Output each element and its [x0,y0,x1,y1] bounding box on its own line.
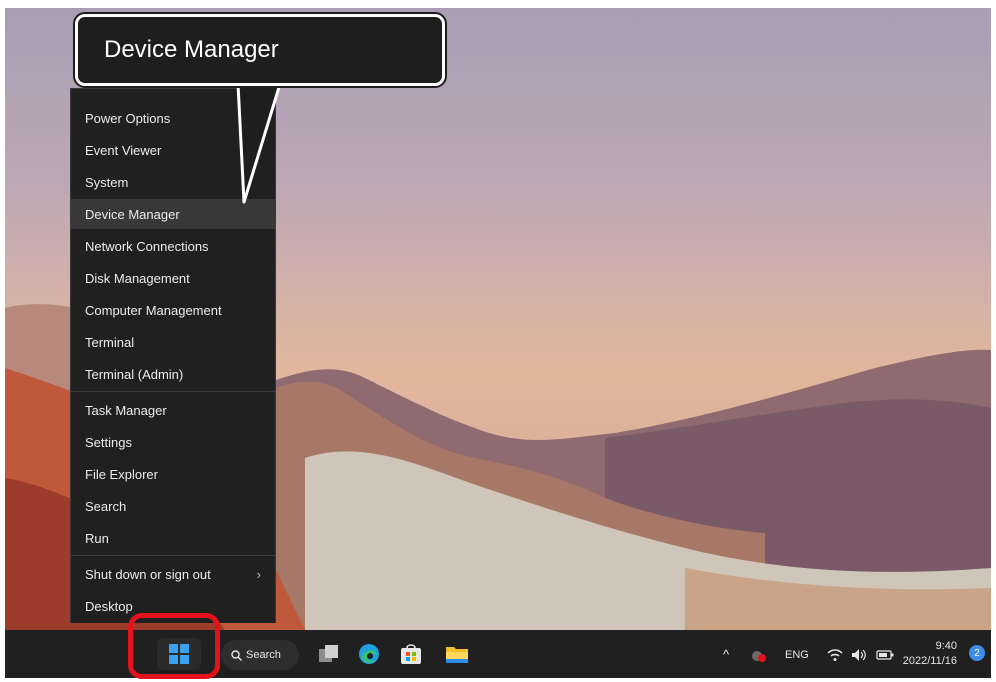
menu-separator [71,391,275,392]
search-label: Search [246,649,281,661]
start-button-highlight-ring [128,613,220,679]
menu-item-label: Computer Management [85,302,222,318]
menu-item-run[interactable]: Run [71,523,275,553]
edge-icon[interactable] [357,642,381,666]
callout-box: Device Manager [75,14,445,86]
task-view-icon[interactable] [317,642,341,666]
taskbar-search-button[interactable]: Search [221,640,299,670]
language-indicator[interactable]: ENG [785,649,809,661]
menu-item-label: Settings [85,434,132,450]
menu-item-label: File Explorer [85,466,158,482]
menu-item-system[interactable]: System [71,167,275,197]
menu-item-shut-down[interactable]: Shut down or sign out › [71,559,275,589]
menu-item-label: Event Viewer [85,142,162,158]
menu-item-label: Search [85,498,127,514]
menu-item-disk-management[interactable]: Disk Management [71,263,275,293]
menu-item-label: Disk Management [85,270,190,286]
menu-item-label: Device Manager [85,206,180,222]
callout-title: Device Manager [104,36,279,63]
file-explorer-icon[interactable] [445,642,469,666]
battery-icon[interactable] [873,643,897,667]
clock-time: 9:40 [935,640,957,652]
menu-item-label: Terminal [85,334,135,350]
search-icon [231,649,242,661]
menu-item-search[interactable]: Search [71,491,275,521]
menu-item-label: Desktop [85,598,133,614]
menu-item-settings[interactable]: Settings [71,427,275,457]
security-icon[interactable] [747,643,771,667]
microsoft-store-icon[interactable] [399,642,423,666]
menu-item-terminal-admin[interactable]: Terminal (Admin) [71,359,275,389]
menu-item-power-options[interactable]: Power Options [71,103,275,133]
menu-item-label: Run [85,530,109,546]
menu-item-label: Shut down or sign out [85,566,211,582]
quick-link-menu: Power Options Event Viewer System Device… [70,88,276,623]
menu-item-event-viewer[interactable]: Event Viewer [71,135,275,165]
menu-item-label: System [85,174,129,190]
chevron-up-icon[interactable]: ^ [723,647,729,662]
notification-badge[interactable]: 2 [969,645,985,661]
clock[interactable]: 9:40 2022/11/16 [903,639,957,669]
menu-item-device-manager[interactable]: Device Manager [71,199,275,229]
menu-item-terminal[interactable]: Terminal [71,327,275,357]
menu-item-computer-management[interactable]: Computer Management [71,295,275,325]
menu-item-label: Network Connections [85,238,209,254]
clock-date: 2022/11/16 [902,655,957,667]
wifi-icon[interactable] [823,643,847,667]
menu-item-task-manager[interactable]: Task Manager [71,395,275,425]
menu-item-file-explorer[interactable]: File Explorer [71,459,275,489]
menu-item-network-connections[interactable]: Network Connections [71,231,275,261]
menu-item-label: Terminal (Admin) [85,366,184,382]
menu-separator [71,555,275,556]
chevron-right-icon: › [256,566,261,582]
menu-item-label: Power Options [85,110,171,126]
volume-icon[interactable] [847,643,871,667]
menu-item-label: Task Manager [85,402,167,418]
